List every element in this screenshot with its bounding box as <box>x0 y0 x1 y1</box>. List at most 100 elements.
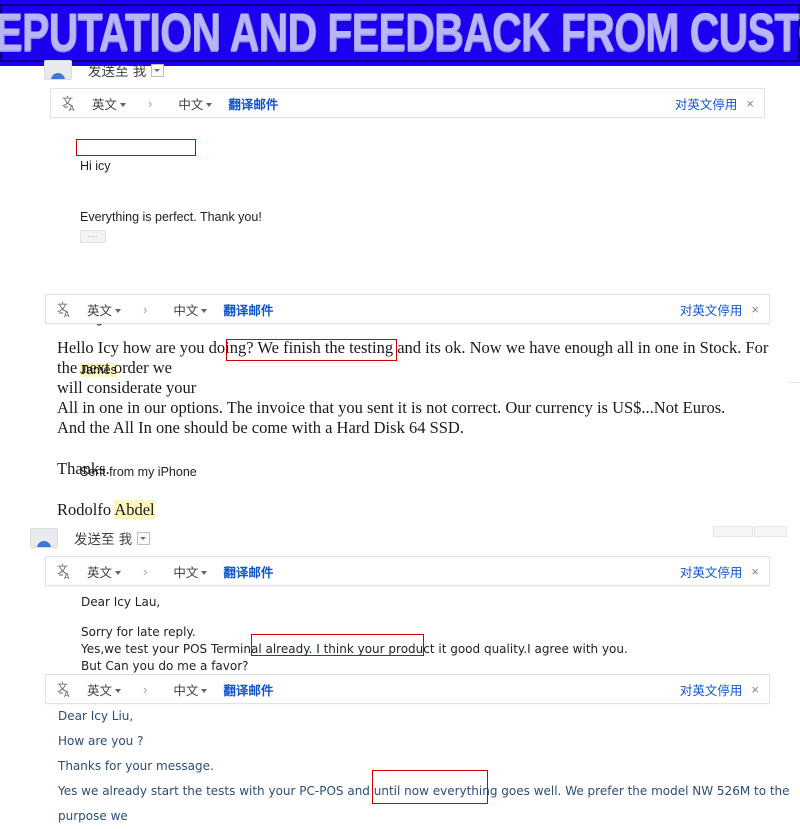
message-line: will considerate your <box>57 378 787 398</box>
chevron-down-icon-src-3 <box>115 571 122 575</box>
language-arrow-icon-1: › <box>148 95 153 111</box>
message-line: Sorry for late reply. <box>81 624 781 641</box>
message-line: Dear Icy Lau, <box>81 594 781 611</box>
sender-row-3: 发送至 我 <box>30 528 151 548</box>
svg-text:A: A <box>64 690 70 698</box>
message-line: Thanks for your message. <box>58 754 793 779</box>
source-language-select-1[interactable]: 英文 <box>92 94 127 113</box>
message-body-4: Dear Icy Liu, How are you ? Thanks for y… <box>58 704 793 829</box>
message-text: How are you ? <box>58 734 144 748</box>
sender-avatar-icon <box>44 60 72 80</box>
message-line: And the All In one should be come with a… <box>57 418 787 438</box>
chevron-down-icon-src-4 <box>115 689 122 693</box>
signature-name-2: Abdel <box>114 500 155 519</box>
language-arrow-icon-3: › <box>143 563 148 579</box>
message-text: Rodolfo <box>57 500 115 519</box>
message-text: Sorry for late reply. <box>81 625 196 639</box>
highlighted-phrase-3: I think your product it good quality. <box>312 642 528 656</box>
message-line: But Can you do me a favor? <box>81 658 781 675</box>
highlighted-phrase-2: We finish the testing and its ok. <box>257 338 466 357</box>
message-text: Dear Icy Lau, <box>81 595 161 609</box>
target-language-label-3: 中文 <box>173 564 199 580</box>
message-line: Everything is perfect. Thank you! <box>80 209 500 226</box>
sender-avatar-icon-3 <box>30 528 58 548</box>
message-text: will considerate your <box>57 378 197 397</box>
message-text: But Can you do me a favor? <box>81 659 249 673</box>
message-text: And the All In one should be come with a… <box>57 418 464 437</box>
target-language-select-2[interactable]: 中文 <box>173 300 208 319</box>
message-line: Hello Icy how are you doing? We finish t… <box>57 338 787 378</box>
chevron-down-icon-tgt-3 <box>201 571 208 575</box>
disable-translation-link-3[interactable]: 对英文停用 <box>680 562 743 581</box>
close-icon-3[interactable]: × <box>751 564 759 579</box>
promo-banner-frame: HIGH REPUTATION AND FEEDBACK FROM CUSTOM… <box>0 4 800 62</box>
chevron-down-icon-tgt-4 <box>201 689 208 693</box>
message-line: Dear Icy Liu, <box>58 704 793 729</box>
translate-bar-3: 文 A 英文 › 中文 翻译邮件 对英文停用 × <box>45 556 770 586</box>
source-language-select-2[interactable]: 英文 <box>87 300 122 319</box>
translate-icon-4: 文 A <box>53 680 79 698</box>
source-language-label-4: 英文 <box>87 682 113 698</box>
recipient-dropdown-icon-1[interactable] <box>151 63 165 77</box>
highlighted-phrase-1: Everything is perfect. <box>80 210 197 224</box>
translate-bar-1: 文 A 英文 › 中文 翻译邮件 对英文停用 × <box>50 88 765 118</box>
close-icon-2[interactable]: × <box>751 302 759 317</box>
message-body-2: Hello Icy how are you doing? We finish t… <box>57 338 787 520</box>
chevron-down-icon-src-1 <box>120 103 127 107</box>
header-stub-right[interactable] <box>754 526 787 537</box>
expand-quoted-text-button-1[interactable]: ... <box>80 230 106 243</box>
message-line: Thanks. <box>57 459 787 479</box>
disable-translation-link-4[interactable]: 对英文停用 <box>680 680 743 699</box>
promo-banner: HIGH REPUTATION AND FEEDBACK FROM CUSTOM… <box>0 0 800 66</box>
translate-message-link-3[interactable]: 翻译邮件 <box>223 562 273 581</box>
message-line: How are you ? <box>58 729 793 754</box>
message-line: Hi icy <box>80 158 500 175</box>
target-language-select-1[interactable]: 中文 <box>178 94 213 113</box>
message-body-3: Dear Icy Lau, Sorry for late reply. Yes,… <box>81 594 781 675</box>
chevron-down-icon-tgt-2 <box>201 309 208 313</box>
chevron-down-icon-src-2 <box>115 309 122 313</box>
close-icon-4[interactable]: × <box>751 682 759 697</box>
chevron-down-icon-tgt-1 <box>206 103 213 107</box>
sender-label-1: 发送至 我 <box>88 64 147 80</box>
message-text: Thanks. <box>57 459 110 478</box>
target-language-label-4: 中文 <box>173 682 199 698</box>
target-language-select-4[interactable]: 中文 <box>173 680 208 699</box>
translate-message-link-1[interactable]: 翻译邮件 <box>228 94 278 113</box>
message-line: Rodolfo Abdel <box>57 500 787 520</box>
header-stub-left[interactable] <box>713 526 753 537</box>
message-text: Dear Icy Liu, <box>58 709 134 723</box>
source-language-select-4[interactable]: 英文 <box>87 680 122 699</box>
source-language-select-3[interactable]: 英文 <box>87 562 122 581</box>
promo-banner-text: HIGH REPUTATION AND FEEDBACK FROM CUSTOM… <box>0 3 800 63</box>
translate-bar-4: 文 A 英文 › 中文 翻译邮件 对英文停用 × <box>45 674 770 704</box>
language-arrow-icon-2: › <box>143 301 148 317</box>
recipient-dropdown-icon-3[interactable] <box>137 531 151 545</box>
translate-bar-2: 文 A 英文 › 中文 翻译邮件 对英文停用 × <box>45 294 770 324</box>
translate-icon-2: 文 A <box>53 300 79 318</box>
close-icon-1[interactable]: × <box>746 96 754 111</box>
source-language-label-3: 英文 <box>87 564 113 580</box>
target-language-label-1: 中文 <box>178 96 204 112</box>
target-language-select-3[interactable]: 中文 <box>173 562 208 581</box>
message-line: All in one in our options. The invoice t… <box>57 398 787 418</box>
source-language-label-2: 英文 <box>87 302 113 318</box>
translate-icon-1: 文 A <box>58 94 84 112</box>
translate-message-link-2[interactable]: 翻译邮件 <box>223 300 273 319</box>
svg-text:A: A <box>64 572 70 580</box>
sender-row-1: 发送至 我 <box>44 60 165 80</box>
message-text: Hi icy <box>80 159 111 173</box>
message-text: All in one in our options. The invoice t… <box>57 398 726 417</box>
message-text: I agree with you. <box>527 642 628 656</box>
edge-divider <box>788 382 800 383</box>
svg-text:A: A <box>69 104 75 112</box>
disable-translation-link-1[interactable]: 对英文停用 <box>675 94 738 113</box>
message-text: Yes we already start the tests with your… <box>58 784 433 798</box>
message-text: Thank you! <box>196 210 262 224</box>
translate-message-link-4[interactable]: 翻译邮件 <box>223 680 273 699</box>
disable-translation-link-2[interactable]: 对英文停用 <box>680 300 743 319</box>
